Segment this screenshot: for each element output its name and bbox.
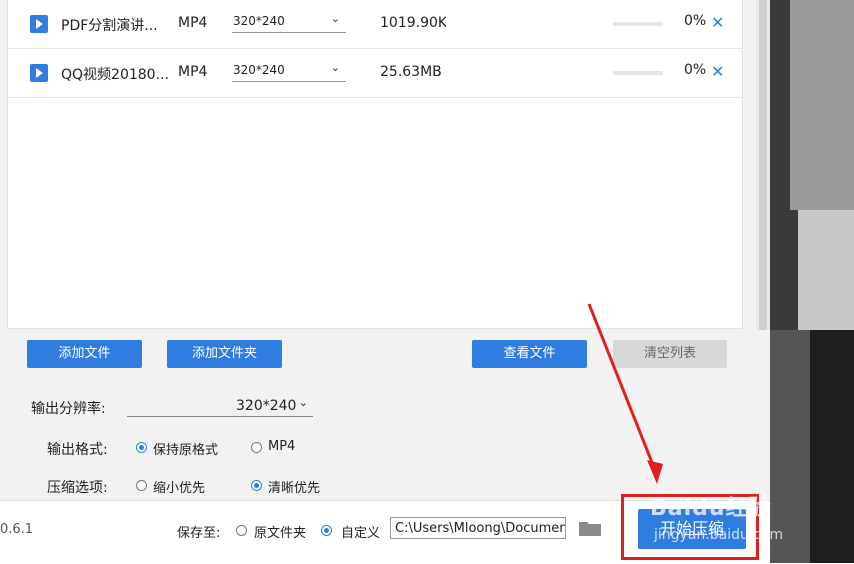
progress-percent: 0%	[684, 13, 707, 29]
resolution-dropdown[interactable]: 320*240 ⌄	[232, 59, 346, 82]
file-name: PDF分割演讲...	[61, 18, 158, 34]
format-label: 输出格式:	[47, 442, 108, 458]
format-keep-label[interactable]: 保持原格式	[153, 439, 218, 458]
chevron-down-icon: ⌄	[330, 61, 340, 74]
file-format: MP4	[178, 64, 208, 80]
scrollbar-thumb[interactable]	[759, 0, 767, 330]
resolution-value: 320*240	[233, 63, 285, 77]
file-format: MP4	[178, 15, 208, 31]
watermark-url: jingyan.baidu.com	[654, 527, 784, 543]
view-files-button[interactable]: 查看文件	[472, 340, 587, 368]
version-text: 0.6.1	[0, 522, 34, 537]
table-row[interactable]: PDF分割演讲... MP4 320*240 ⌄ 1019.90KB 0% ✕	[8, 0, 742, 49]
file-list: PDF分割演讲... MP4 320*240 ⌄ 1019.90KB 0% ✕ …	[7, 0, 743, 329]
scrollbar[interactable]	[756, 0, 770, 330]
progress-bar	[613, 71, 663, 75]
output-resolution-value: 320*240	[236, 398, 297, 414]
video-icon	[30, 64, 48, 82]
format-mp4-radio[interactable]	[251, 442, 262, 453]
progress-bar	[613, 22, 663, 26]
compress-label: 压缩选项:	[47, 480, 108, 496]
folder-icon[interactable]	[578, 519, 602, 537]
background-photo	[770, 0, 854, 563]
resolution-dropdown[interactable]: 320*240 ⌄	[232, 10, 346, 33]
compress-size-label[interactable]: 缩小优先	[153, 477, 205, 496]
close-icon[interactable]: ✕	[711, 62, 724, 81]
progress-percent: 0%	[684, 62, 707, 78]
file-size: 1019.90KB	[380, 15, 446, 31]
watermark-brand: Baidu经验	[650, 496, 772, 521]
red-arrow-annotation	[587, 303, 663, 484]
video-icon	[30, 15, 48, 33]
save-to-label: 保存至:	[177, 526, 221, 541]
add-folder-button[interactable]: 添加文件夹	[167, 340, 282, 368]
save-path-input[interactable]: C:\Users\Mloong\Documents	[390, 517, 566, 539]
close-icon[interactable]: ✕	[711, 13, 724, 32]
compress-quality-label[interactable]: 清晰优先	[268, 477, 320, 496]
format-keep-radio[interactable]	[136, 442, 147, 453]
file-size: 25.63MB	[380, 64, 442, 80]
save-custom-label[interactable]: 自定义	[341, 522, 380, 541]
add-file-button[interactable]: 添加文件	[27, 340, 142, 368]
file-name: QQ视频20180...	[61, 67, 169, 83]
chevron-down-icon: ⌄	[298, 396, 308, 409]
save-original-radio[interactable]	[236, 525, 247, 536]
resolution-value: 320*240	[233, 14, 285, 28]
save-original-label[interactable]: 原文件夹	[254, 522, 306, 541]
table-row[interactable]: QQ视频20180... MP4 320*240 ⌄ 25.63MB 0% ✕	[8, 49, 742, 98]
save-custom-radio[interactable]	[321, 525, 332, 536]
compress-size-radio[interactable]	[136, 480, 147, 491]
format-mp4-label[interactable]: MP4	[268, 439, 295, 454]
chevron-down-icon: ⌄	[330, 12, 340, 25]
resolution-label: 输出分辨率:	[31, 401, 106, 417]
compress-quality-radio[interactable]	[251, 480, 262, 491]
output-resolution-select[interactable]: 320*240 ⌄	[127, 396, 313, 417]
